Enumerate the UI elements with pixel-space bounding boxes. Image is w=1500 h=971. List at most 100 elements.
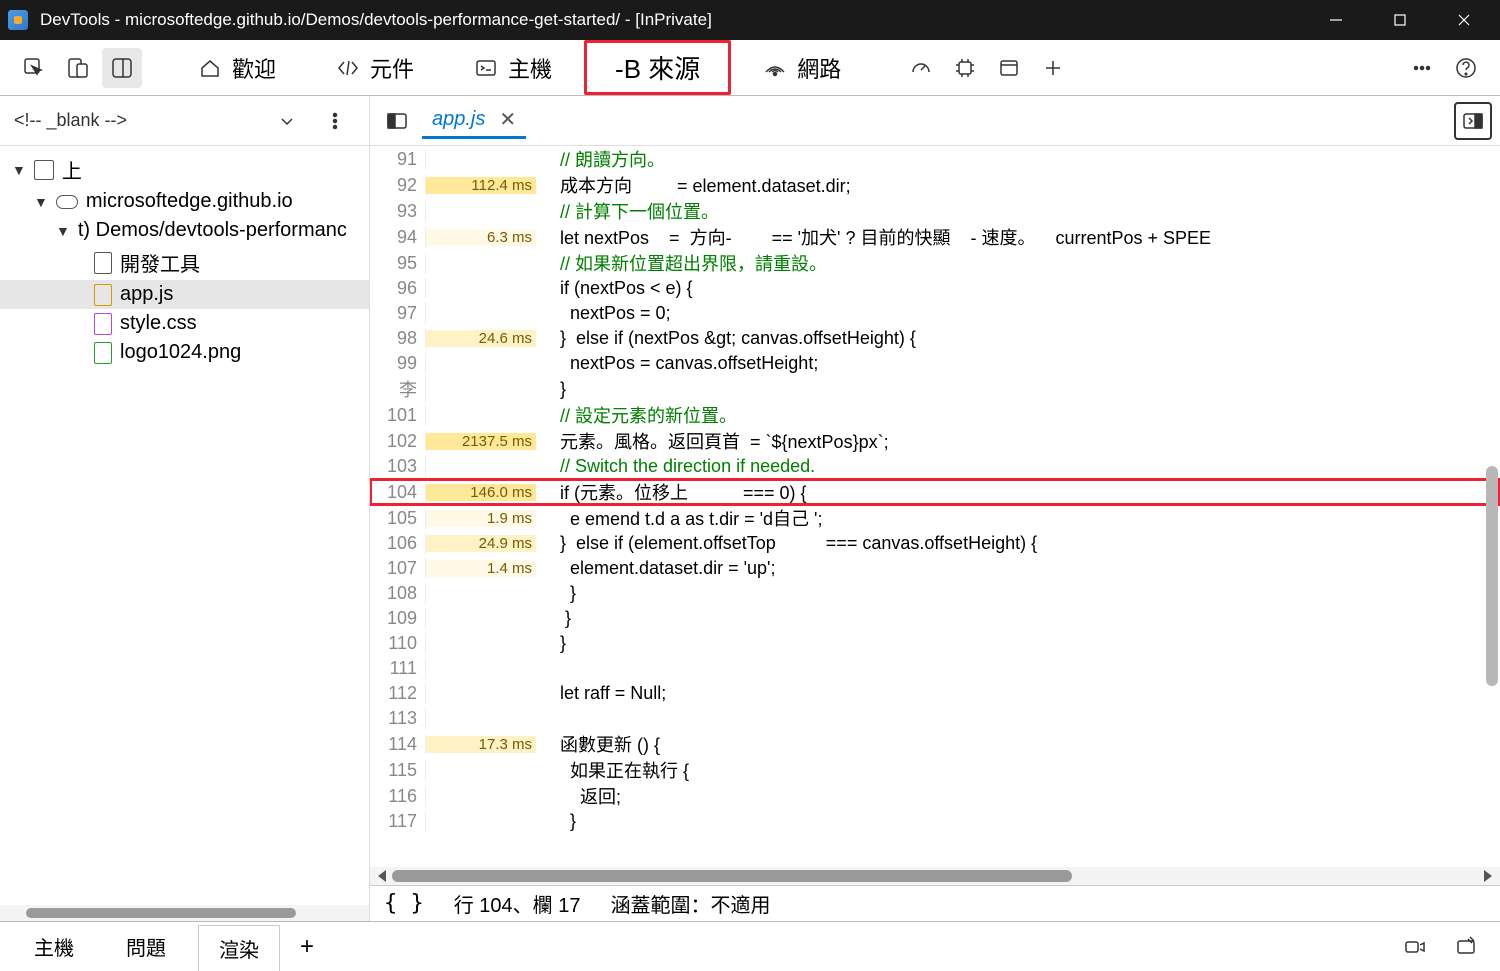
coverage-status: 涵蓋範圍：不適用 bbox=[610, 889, 770, 918]
inspect-button[interactable] bbox=[14, 48, 54, 88]
code-line[interactable]: 116 返回; bbox=[370, 783, 1500, 809]
tab-console[interactable]: 主機 bbox=[446, 46, 580, 90]
help-button[interactable] bbox=[1446, 48, 1486, 88]
code-line[interactable]: 10624.9 ms} else if (element.offsetTop =… bbox=[370, 531, 1500, 556]
file-icon bbox=[94, 252, 112, 274]
line-timing: 146.0 ms bbox=[426, 484, 536, 501]
devtools-tabs: 歡迎 元件 主機 -B 來源 網路 bbox=[0, 40, 1500, 96]
drawer-icon2[interactable] bbox=[1446, 927, 1486, 967]
code-hscrollbar[interactable] bbox=[370, 867, 1500, 885]
tab-sources-label: -B 來源 bbox=[615, 49, 700, 86]
dock-button[interactable] bbox=[102, 48, 142, 88]
open-file-tab[interactable]: app.js✕ bbox=[422, 103, 526, 139]
line-text: } else if (nextPos &gt; canvas.offsetHei… bbox=[536, 328, 1500, 349]
code-line[interactable]: 115 如果正在執行 { bbox=[370, 757, 1500, 783]
code-line[interactable]: 113 bbox=[370, 706, 1500, 731]
close-tab-button[interactable]: ✕ bbox=[499, 107, 516, 132]
line-text: // 朗讀方向。 bbox=[536, 146, 1500, 172]
code-body[interactable]: 91 // 朗讀方向。92112.4 ms成本方向 = element.datas… bbox=[370, 146, 1500, 867]
new-tab-button[interactable] bbox=[1033, 48, 1073, 88]
code-line[interactable]: 1051.9 ms e emend t.d a as t.dir = 'd自己 … bbox=[370, 505, 1500, 531]
code-line[interactable]: 1071.4 ms element.dataset.dir = 'up'; bbox=[370, 556, 1500, 581]
code-line[interactable]: 108 } bbox=[370, 581, 1500, 606]
line-text: element.dataset.dir = 'up'; bbox=[536, 558, 1500, 579]
line-number: 91 bbox=[370, 149, 426, 170]
code-line[interactable]: 110} bbox=[370, 631, 1500, 656]
line-number: 114 bbox=[370, 734, 426, 755]
line-number: 105 bbox=[370, 508, 426, 529]
code-line[interactable]: 104146.0 msif (元素。位移上 === 0) { bbox=[370, 479, 1500, 505]
window-close-button[interactable] bbox=[1444, 5, 1484, 35]
code-line[interactable]: 11417.3 ms函數更新 () { bbox=[370, 731, 1500, 757]
window-maximize-button[interactable] bbox=[1380, 5, 1420, 35]
drawer-tab-issues[interactable]: 問題 bbox=[106, 924, 186, 969]
code-line[interactable]: 96if (nextPos < e) { bbox=[370, 276, 1500, 301]
code-line[interactable]: 李} bbox=[370, 376, 1500, 402]
code-line[interactable]: 101// 設定元素的新位置。 bbox=[370, 402, 1500, 428]
image-file-icon bbox=[94, 342, 112, 364]
window-minimize-button[interactable] bbox=[1316, 5, 1356, 35]
device-toggle-button[interactable] bbox=[58, 48, 98, 88]
code-line[interactable]: 1022137.5 ms元素。風格。返回頁首 = `${nextPos}px`; bbox=[370, 428, 1500, 454]
page-selector[interactable]: <!-- _blank --> bbox=[14, 110, 307, 131]
code-line[interactable]: 92112.4 ms成本方向 = element.dataset.dir; bbox=[370, 172, 1500, 198]
sidebar-more-button[interactable] bbox=[315, 101, 355, 141]
tree-file-appjs[interactable]: app.js bbox=[0, 280, 369, 309]
tree-folder[interactable]: ▼t) Demos/devtools-performanc bbox=[0, 216, 369, 245]
line-text: } bbox=[536, 379, 1500, 400]
drawer-icon1[interactable] bbox=[1394, 927, 1434, 967]
code-line[interactable]: 103// Switch the direction if needed. bbox=[370, 454, 1500, 479]
application-icon[interactable] bbox=[989, 48, 1029, 88]
line-number: 95 bbox=[370, 253, 426, 274]
toggle-debugger-button[interactable] bbox=[1454, 102, 1492, 140]
code-line[interactable]: 93// 計算下一個位置。 bbox=[370, 198, 1500, 224]
tab-elements-label: 元件 bbox=[370, 52, 414, 84]
code-line[interactable]: 946.3 mslet nextPos = 方向- == '加犬' ? 目前的快… bbox=[370, 224, 1500, 250]
tab-sources[interactable]: -B 來源 bbox=[584, 40, 731, 95]
tab-welcome[interactable]: 歡迎 bbox=[170, 46, 304, 90]
code-line[interactable]: 112let raff = Null; bbox=[370, 681, 1500, 706]
pretty-print-button[interactable]: { } bbox=[384, 891, 424, 916]
cursor-position: 行 104、欄 17 bbox=[454, 889, 581, 918]
drawer-tab-issues-label: 問題 bbox=[126, 938, 166, 960]
tab-console-label: 主機 bbox=[508, 52, 552, 84]
code-vscrollbar[interactable] bbox=[1486, 466, 1498, 686]
code-line[interactable]: 95// 如果新位置超出界限，請重設。 bbox=[370, 250, 1500, 276]
drawer-tab-rendering-label: 渲染 bbox=[219, 940, 259, 962]
tab-elements[interactable]: 元件 bbox=[308, 46, 442, 90]
tree-root[interactable]: ▼上 bbox=[0, 152, 369, 187]
css-file-icon bbox=[94, 313, 112, 335]
drawer-tab-console[interactable]: 主機 bbox=[14, 924, 94, 969]
second-toolbar: <!-- _blank --> app.js✕ bbox=[0, 96, 1500, 146]
toggle-navigator-button[interactable] bbox=[378, 102, 416, 140]
code-line[interactable]: 99 nextPos = canvas.offsetHeight; bbox=[370, 351, 1500, 376]
tab-network[interactable]: 網路 bbox=[735, 46, 869, 90]
memory-icon[interactable] bbox=[945, 48, 985, 88]
line-number: 109 bbox=[370, 608, 426, 629]
code-line[interactable]: 91 // 朗讀方向。 bbox=[370, 146, 1500, 172]
code-editor: 91 // 朗讀方向。92112.4 ms成本方向 = element.datas… bbox=[370, 146, 1500, 921]
tab-network-label: 網路 bbox=[797, 52, 841, 84]
line-number: 99 bbox=[370, 353, 426, 374]
line-number: 94 bbox=[370, 227, 426, 248]
drawer-add-tab-button[interactable]: + bbox=[292, 932, 322, 962]
line-number: 117 bbox=[370, 811, 426, 832]
code-line[interactable]: 117 } bbox=[370, 809, 1500, 834]
js-file-icon bbox=[94, 284, 112, 306]
sidebar-hscrollbar[interactable] bbox=[0, 905, 369, 921]
tree-file-logopng[interactable]: logo1024.png bbox=[0, 338, 369, 367]
tree-domain[interactable]: ▼microsoftedge.github.io bbox=[0, 187, 369, 216]
code-line[interactable]: 109 } bbox=[370, 606, 1500, 631]
tree-file-stylecss[interactable]: style.css bbox=[0, 309, 369, 338]
performance-icon[interactable] bbox=[901, 48, 941, 88]
code-line[interactable]: 97 nextPos = 0; bbox=[370, 301, 1500, 326]
tree-root-label: 上 bbox=[62, 155, 82, 184]
line-timing: 1.9 ms bbox=[426, 510, 536, 527]
more-button[interactable] bbox=[1402, 48, 1442, 88]
code-line[interactable]: 9824.6 ms} else if (nextPos &gt; canvas.… bbox=[370, 326, 1500, 351]
tree-file-devtools[interactable]: 開發工具 bbox=[0, 245, 369, 280]
code-line[interactable]: 111 bbox=[370, 656, 1500, 681]
drawer-tab-rendering[interactable]: 渲染 bbox=[198, 925, 280, 971]
line-text: } bbox=[536, 811, 1500, 832]
page-icon bbox=[34, 160, 54, 180]
